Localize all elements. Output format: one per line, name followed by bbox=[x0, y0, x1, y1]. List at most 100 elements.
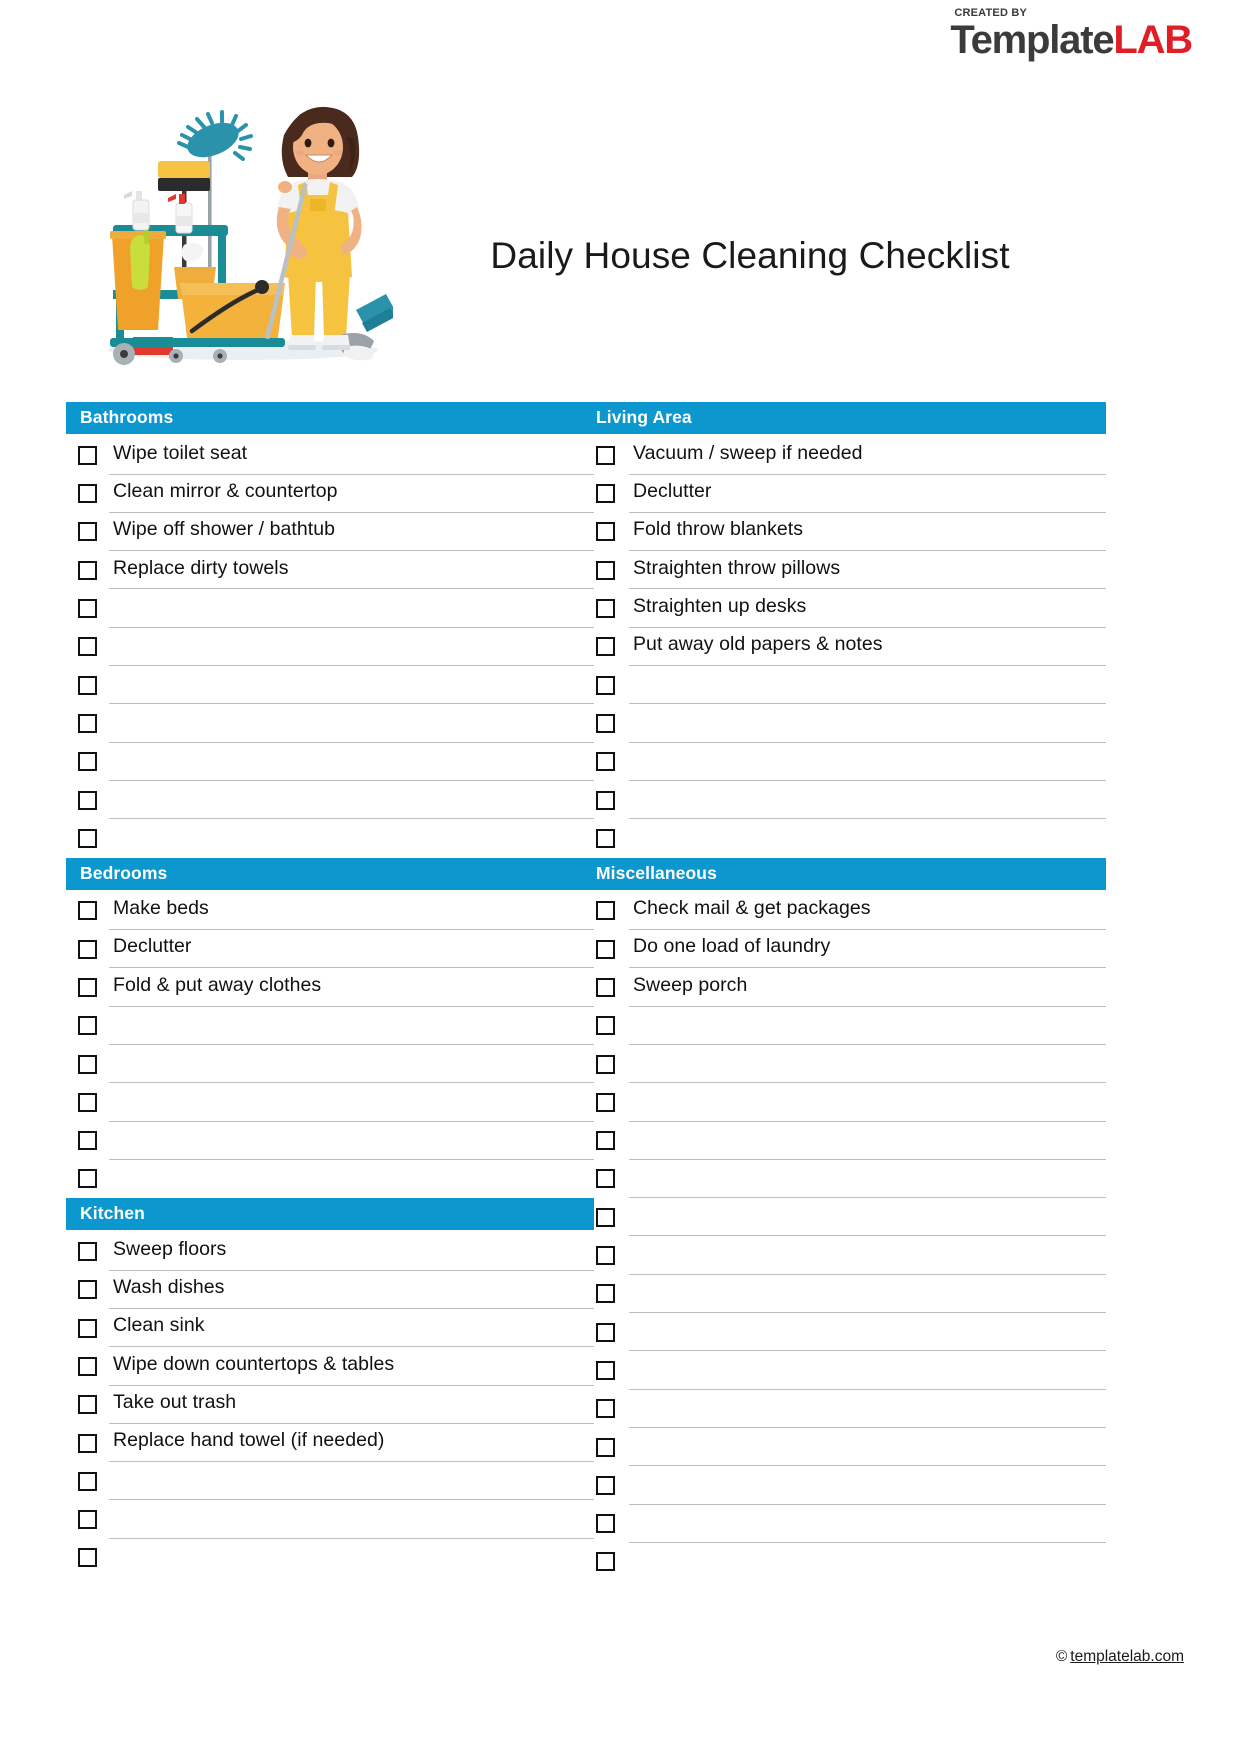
checklist-row[interactable] bbox=[66, 1083, 594, 1122]
checkbox[interactable] bbox=[596, 1552, 615, 1572]
checklist-row[interactable]: Straighten throw pillows bbox=[578, 551, 1106, 590]
checklist-row[interactable] bbox=[66, 1045, 594, 1084]
checkbox[interactable] bbox=[78, 637, 97, 657]
checklist-row[interactable] bbox=[578, 1505, 1106, 1543]
checkbox[interactable] bbox=[78, 1242, 97, 1262]
checklist-row[interactable] bbox=[578, 1122, 1106, 1160]
checkbox[interactable] bbox=[78, 1356, 97, 1376]
checklist-row[interactable] bbox=[578, 1007, 1106, 1045]
checklist-row[interactable]: Straighten up desks bbox=[578, 589, 1106, 628]
checkbox[interactable] bbox=[78, 978, 97, 997]
checkbox[interactable] bbox=[596, 1399, 615, 1419]
checklist-row[interactable] bbox=[578, 1275, 1106, 1314]
checkbox[interactable] bbox=[596, 939, 615, 959]
checklist-row[interactable]: Wipe off shower / bathtub bbox=[66, 513, 594, 552]
checklist-row[interactable]: Fold throw blankets bbox=[578, 513, 1106, 552]
footer-site-link[interactable]: templatelab.com bbox=[1070, 1648, 1184, 1665]
checklist-row[interactable]: Make beds bbox=[66, 892, 594, 931]
checkbox[interactable] bbox=[78, 1510, 97, 1530]
checklist-row[interactable]: Clean mirror & countertop bbox=[66, 475, 594, 513]
checkbox[interactable] bbox=[596, 1169, 615, 1189]
checkbox[interactable] bbox=[78, 1131, 97, 1151]
checkbox[interactable] bbox=[78, 1092, 97, 1112]
checklist-row[interactable]: Sweep porch bbox=[578, 968, 1106, 1007]
checklist-row[interactable] bbox=[66, 1160, 594, 1198]
checklist-row[interactable]: Vacuum / sweep if needed bbox=[578, 436, 1106, 475]
checkbox[interactable] bbox=[78, 1471, 97, 1491]
checkbox[interactable] bbox=[78, 1280, 97, 1300]
checkbox[interactable] bbox=[596, 1360, 615, 1380]
checkbox[interactable] bbox=[596, 1207, 615, 1227]
checkbox[interactable] bbox=[596, 978, 615, 997]
checkbox[interactable] bbox=[596, 599, 615, 619]
checkbox[interactable] bbox=[596, 637, 615, 657]
checklist-row[interactable]: Wash dishes bbox=[66, 1271, 594, 1309]
checkbox[interactable] bbox=[596, 828, 615, 848]
checklist-row[interactable] bbox=[578, 781, 1106, 820]
checkbox[interactable] bbox=[596, 484, 615, 504]
checkbox[interactable] bbox=[78, 1433, 97, 1453]
checklist-row[interactable] bbox=[578, 743, 1106, 781]
checkbox[interactable] bbox=[78, 1054, 97, 1074]
checklist-row[interactable] bbox=[578, 1160, 1106, 1199]
checkbox[interactable] bbox=[78, 445, 97, 465]
checkbox[interactable] bbox=[596, 522, 615, 542]
checkbox[interactable] bbox=[78, 713, 97, 733]
checkbox[interactable] bbox=[78, 522, 97, 542]
checkbox[interactable] bbox=[596, 1092, 615, 1112]
checkbox[interactable] bbox=[78, 1548, 97, 1568]
checklist-row[interactable]: Declutter bbox=[578, 475, 1106, 513]
checkbox[interactable] bbox=[596, 1054, 615, 1074]
checklist-row[interactable]: Wipe down countertops & tables bbox=[66, 1347, 594, 1386]
checklist-row[interactable]: Clean sink bbox=[66, 1309, 594, 1348]
checkbox[interactable] bbox=[78, 599, 97, 619]
checklist-row[interactable] bbox=[578, 704, 1106, 743]
checkbox[interactable] bbox=[78, 1016, 97, 1036]
checkbox[interactable] bbox=[596, 445, 615, 465]
checkbox[interactable] bbox=[78, 828, 97, 848]
checklist-row[interactable] bbox=[578, 1543, 1106, 1581]
checklist-row[interactable] bbox=[578, 1083, 1106, 1122]
checklist-row[interactable]: Do one load of laundry bbox=[578, 930, 1106, 969]
checkbox[interactable] bbox=[596, 1514, 615, 1534]
checkbox[interactable] bbox=[78, 790, 97, 810]
checkbox[interactable] bbox=[78, 1395, 97, 1415]
checklist-row[interactable] bbox=[66, 589, 594, 628]
checklist-row[interactable] bbox=[66, 1007, 594, 1045]
checklist-row[interactable] bbox=[578, 1351, 1106, 1390]
checklist-row[interactable] bbox=[66, 628, 594, 667]
checklist-row[interactable] bbox=[66, 704, 594, 743]
checkbox[interactable] bbox=[596, 790, 615, 810]
checklist-row[interactable] bbox=[578, 819, 1106, 857]
checkbox[interactable] bbox=[78, 1169, 97, 1189]
checkbox[interactable] bbox=[78, 901, 97, 921]
checkbox[interactable] bbox=[78, 1318, 97, 1338]
checkbox[interactable] bbox=[596, 1284, 615, 1304]
checklist-row[interactable]: Check mail & get packages bbox=[578, 892, 1106, 931]
checklist-row[interactable] bbox=[66, 1122, 594, 1160]
checklist-row[interactable]: Declutter bbox=[66, 930, 594, 969]
checklist-row[interactable] bbox=[66, 1500, 594, 1539]
checkbox[interactable] bbox=[596, 713, 615, 733]
checklist-row[interactable] bbox=[66, 781, 594, 820]
checkbox[interactable] bbox=[596, 675, 615, 695]
checklist-row[interactable]: Replace dirty towels bbox=[66, 551, 594, 590]
checklist-row[interactable]: Put away old papers & notes bbox=[578, 628, 1106, 667]
checklist-row[interactable]: Wipe toilet seat bbox=[66, 436, 594, 475]
checkbox[interactable] bbox=[596, 901, 615, 921]
checkbox[interactable] bbox=[596, 1131, 615, 1151]
checklist-row[interactable] bbox=[578, 1313, 1106, 1352]
checklist-row[interactable] bbox=[578, 1466, 1106, 1505]
checklist-row[interactable] bbox=[66, 666, 594, 705]
checklist-row[interactable]: Take out trash bbox=[66, 1386, 594, 1424]
checklist-row[interactable] bbox=[66, 819, 594, 857]
checkbox[interactable] bbox=[596, 1322, 615, 1342]
checkbox[interactable] bbox=[78, 752, 97, 772]
checkbox[interactable] bbox=[596, 1437, 615, 1457]
checklist-row[interactable] bbox=[66, 743, 594, 781]
checkbox[interactable] bbox=[596, 1246, 615, 1266]
checklist-row[interactable] bbox=[578, 1045, 1106, 1084]
checklist-row[interactable] bbox=[578, 1198, 1106, 1237]
checklist-row[interactable]: Replace hand towel (if needed) bbox=[66, 1424, 594, 1463]
checklist-row[interactable]: Sweep floors bbox=[66, 1232, 594, 1271]
